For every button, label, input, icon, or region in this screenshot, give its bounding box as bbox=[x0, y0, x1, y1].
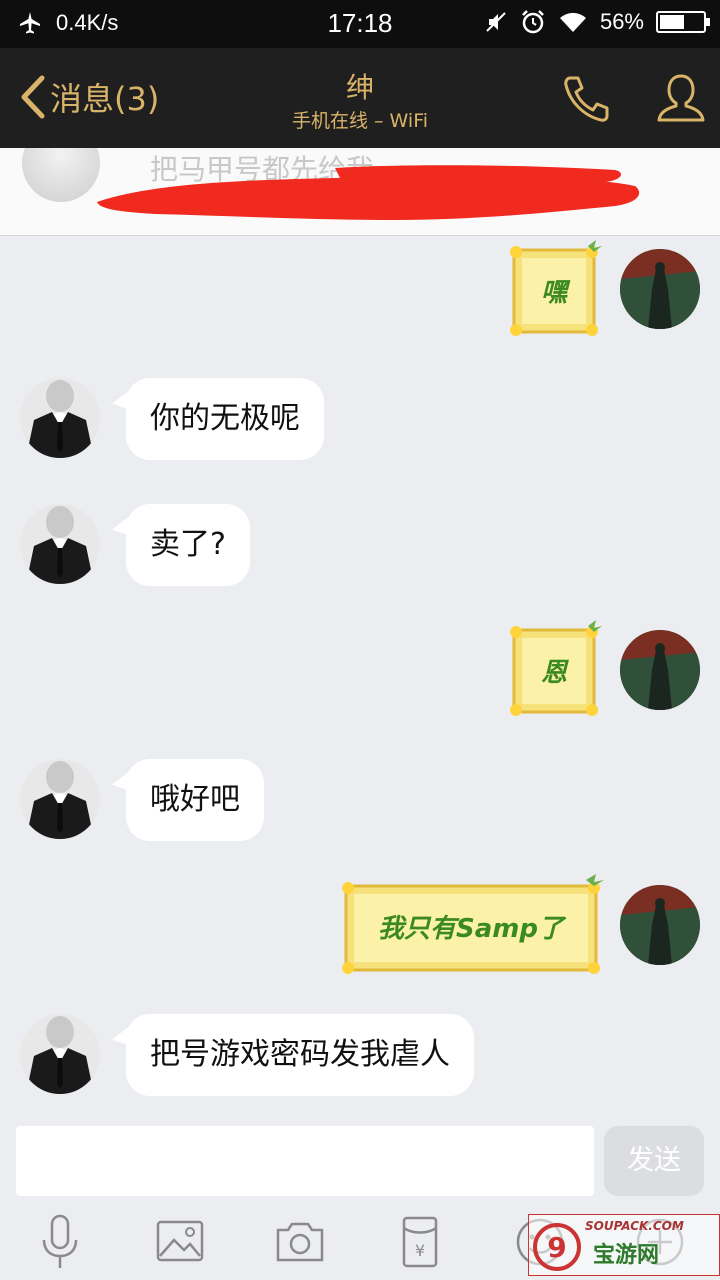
mute-icon bbox=[486, 12, 506, 32]
svg-text:9: 9 bbox=[547, 1231, 566, 1264]
avatar[interactable] bbox=[620, 885, 700, 965]
red-packet-icon[interactable]: ¥ bbox=[390, 1212, 450, 1272]
send-button[interactable]: 发送 bbox=[604, 1126, 704, 1196]
avatar[interactable] bbox=[20, 378, 100, 458]
battery-percent: 56% bbox=[599, 9, 644, 34]
watermark-emblem: 9 bbox=[533, 1223, 581, 1271]
wifi-icon bbox=[559, 12, 586, 32]
image-icon[interactable] bbox=[150, 1212, 210, 1272]
sticker-message[interactable]: 嘿 bbox=[506, 240, 602, 340]
message-bubble[interactable]: 卖了? bbox=[126, 504, 250, 586]
phone-icon[interactable] bbox=[560, 72, 614, 126]
message-bubble[interactable]: 把号游戏密码发我虐人 bbox=[126, 1014, 474, 1096]
pinned-message[interactable]: 把马甲号都先给我 bbox=[0, 148, 720, 236]
redaction-scribble bbox=[97, 165, 640, 220]
message-bubble[interactable]: 哦好吧 bbox=[126, 759, 264, 841]
sticker-message[interactable]: 恩 bbox=[506, 620, 602, 720]
avatar[interactable] bbox=[20, 1014, 100, 1094]
avatar[interactable] bbox=[620, 630, 700, 710]
microphone-icon[interactable] bbox=[30, 1212, 90, 1272]
alarm-icon bbox=[522, 10, 544, 34]
sticker-text: 恩 bbox=[540, 657, 567, 688]
camera-icon[interactable] bbox=[270, 1212, 330, 1272]
svg-text:¥: ¥ bbox=[415, 1241, 425, 1260]
sticker-message[interactable]: 我只有Samp了 bbox=[338, 874, 604, 978]
watermark-big-text: 宝游网 bbox=[593, 1243, 660, 1268]
profile-icon[interactable] bbox=[654, 72, 708, 126]
watermark-small-text: SOUPACK.COM bbox=[585, 1219, 684, 1233]
avatar bbox=[22, 148, 100, 202]
sticker-text: 我只有Samp了 bbox=[378, 913, 564, 944]
message-input[interactable] bbox=[16, 1126, 594, 1196]
battery-icon bbox=[656, 11, 710, 33]
sticker-text: 嘿 bbox=[540, 277, 567, 308]
chat-header: 消息(3) 绅 手机在线 – WiFi bbox=[0, 48, 720, 148]
status-bar: 0.4K/s 17:18 56% bbox=[0, 0, 720, 48]
message-bubble[interactable]: 你的无极呢 bbox=[126, 378, 324, 460]
avatar[interactable] bbox=[620, 249, 700, 329]
avatar[interactable] bbox=[20, 504, 100, 584]
watermark-logo: 9 SOUPACK.COM 宝游网 bbox=[528, 1214, 720, 1276]
avatar[interactable] bbox=[20, 759, 100, 839]
